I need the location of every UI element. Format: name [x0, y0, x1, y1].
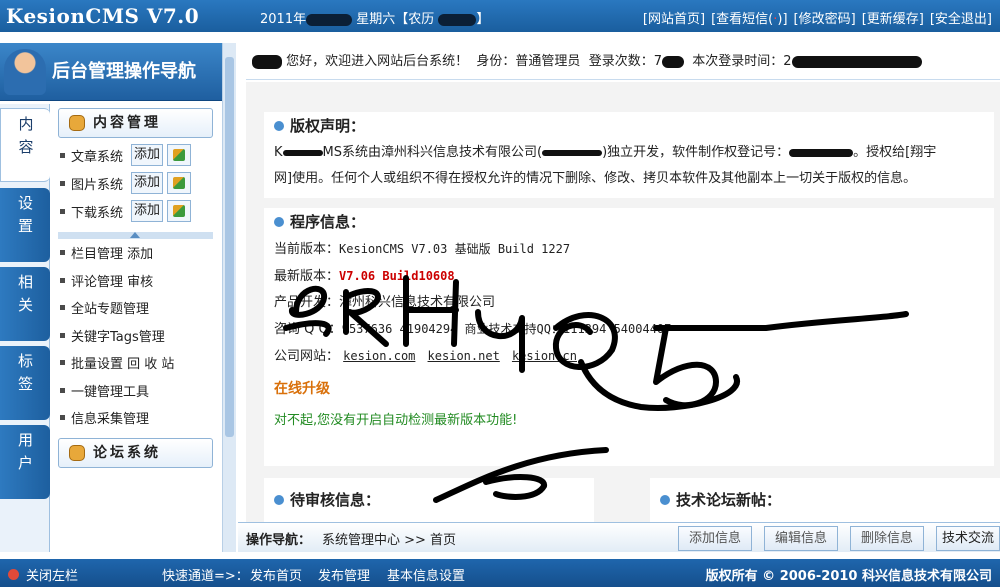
system-row-photo: 图片系统 添加 — [60, 170, 191, 196]
close-left-panel-button[interactable]: 关闭左栏 — [8, 565, 78, 584]
bullet-icon — [60, 180, 65, 186]
menu-item-column[interactable]: 栏目管理 添加 — [60, 240, 153, 264]
bullet-icon — [60, 304, 65, 310]
article-system-link[interactable]: 文章系统 — [71, 146, 131, 165]
program-info-section: 程序信息： 当前版本：KesionCMS V7.03 基础版 Build 122… — [264, 208, 994, 466]
site-home-link[interactable]: [网站首页] — [643, 8, 705, 27]
admin-avatar-icon — [4, 49, 46, 95]
opbar-label: 操作导航： — [246, 533, 312, 548]
forum-posts-section: 技术论坛新帖： — [650, 478, 1000, 522]
developer: 产品开发：漳州科兴信息技术有限公司 — [274, 295, 496, 310]
menu-item-comments[interactable]: 评论管理 审核 — [60, 268, 153, 292]
footer-bar: 关闭左栏 快速通道=>： 发布首页 发布管理 基本信息设置 版权所有 © 200… — [0, 559, 1000, 587]
top-links: [网站首页] [查看短信(·)] [修改密码] [更新缓存] [安全退出] — [643, 8, 992, 27]
publish-manage-link[interactable]: 发布管理 — [318, 565, 370, 584]
user-role: 身份：普通管理员 — [476, 54, 581, 69]
menu-item-one-click-tools[interactable]: 一键管理工具 — [60, 378, 149, 402]
photo-system-link[interactable]: 图片系统 — [71, 174, 131, 193]
menu-item-batch-recycle[interactable]: 批量设置 回 收 站 — [60, 350, 174, 374]
upgrade-notice: 对不起,您没有开启自动检测最新版本功能! — [274, 413, 518, 428]
bullet-icon — [60, 249, 65, 255]
top-bar: KesionCMS V7.0 2011年 星期六【农历 】 [网站首页] [查看… — [0, 0, 1000, 32]
bullet-icon — [60, 359, 65, 365]
close-icon — [8, 569, 19, 580]
breadcrumb: 系统管理中心 >> 首页 — [322, 533, 457, 548]
redacted-username — [252, 54, 282, 69]
scroll-thumb[interactable] — [225, 57, 234, 437]
forum-group-header[interactable]: 论坛系统 — [58, 438, 213, 468]
menu-item-topics[interactable]: 全站专题管理 — [60, 295, 149, 319]
login-time: 2 — [783, 54, 792, 69]
content-group-header[interactable]: 内容管理 — [58, 108, 213, 138]
latest-version: 最新版本：V7.06 Build10608 — [274, 269, 455, 284]
bullet-icon — [60, 387, 65, 393]
nav-scrollbar[interactable] — [222, 43, 236, 552]
welcome-bar: 您好，欢迎进入网站后台系统！ 身份：普通管理员 登录次数：7 本次登录时间：2 — [246, 44, 1000, 80]
forum-posts-title: 技术论坛新帖： — [650, 486, 1000, 514]
brand-logo: KesionCMS V7.0 — [6, 4, 200, 28]
publish-home-link[interactable]: 发布首页 — [250, 565, 302, 584]
online-upgrade-link[interactable]: 在线升级 — [274, 381, 330, 397]
qq-contact: 咨询 Q Q：9537636 41904294 商业技术支持QQ：111394 … — [274, 322, 672, 337]
system-row-article: 文章系统 添加 — [60, 142, 191, 168]
program-info-title: 程序信息： — [264, 208, 994, 236]
login-count: 7 — [653, 54, 662, 69]
main-content: 版权声明： K MS系统由漳州科兴信息技术有限公司()独立开发，软件制作权登记号：… — [246, 82, 1000, 522]
add-info-button[interactable]: 添加信息 — [678, 526, 752, 551]
company-websites: 公司网站： kesion.com kesion.net kesion.cn — [274, 349, 577, 364]
pending-section: 待审核信息： — [264, 478, 594, 522]
tab-related[interactable]: 相关 — [0, 267, 50, 341]
photo-edit-icon[interactable] — [167, 172, 191, 194]
nav-panel: 内容管理 文章系统 添加 图片系统 添加 下载系统 添加 栏目管理 添加 评论管… — [50, 104, 222, 552]
hand-icon — [69, 115, 85, 131]
delete-info-button[interactable]: 删除信息 — [850, 526, 924, 551]
site-link-cn[interactable]: kesion.cn — [512, 349, 577, 363]
collapse-arrow-icon[interactable] — [58, 232, 213, 239]
site-link-com[interactable]: kesion.com — [343, 349, 415, 363]
site-link-net[interactable]: kesion.net — [428, 349, 500, 363]
tab-tags[interactable]: 标签 — [0, 346, 50, 420]
update-cache-link[interactable]: [更新缓存] — [862, 8, 924, 27]
tab-content[interactable]: 内容 — [0, 108, 50, 182]
edit-info-button[interactable]: 编辑信息 — [764, 526, 838, 551]
menu-item-collection[interactable]: 信息采集管理 — [60, 405, 149, 429]
current-version: 当前版本：KesionCMS V7.03 基础版 Build 1227 — [274, 242, 571, 257]
copyright-text: K MS系统由漳州科兴信息技术有限公司()独立开发，软件制作权登记号： 。授权给[翔… — [274, 145, 937, 186]
bullet-icon — [60, 332, 65, 338]
menu-item-tags[interactable]: 关键字Tags管理 — [60, 323, 165, 347]
view-messages-link[interactable]: [查看短信(·)] — [711, 8, 787, 27]
hand-icon — [69, 445, 85, 461]
download-edit-icon[interactable] — [167, 200, 191, 222]
download-add-button[interactable]: 添加 — [131, 200, 163, 222]
article-add-button[interactable]: 添加 — [131, 144, 163, 166]
photo-add-button[interactable]: 添加 — [131, 172, 163, 194]
copyright-section: 版权声明： K MS系统由漳州科兴信息技术有限公司()独立开发，软件制作权登记号：… — [264, 112, 994, 198]
tab-users[interactable]: 用户 — [0, 425, 50, 499]
bullet-icon — [60, 277, 65, 283]
bullet-icon — [60, 208, 65, 214]
bullet-icon — [60, 152, 65, 158]
tab-settings[interactable]: 设置 — [0, 188, 50, 262]
nav-vertical-tabs: 内容 设置 相关 标签 用户 — [0, 104, 50, 552]
copyright-title: 版权声明： — [264, 112, 994, 140]
basic-settings-link[interactable]: 基本信息设置 — [387, 565, 465, 584]
download-system-link[interactable]: 下载系统 — [71, 202, 131, 221]
footer-copyright: 版权所有 © 2006-2010 科兴信息技术有限公司 — [705, 569, 992, 584]
article-edit-icon[interactable] — [167, 144, 191, 166]
nav-header: 后台管理操作导航 — [0, 43, 222, 101]
date-display: 2011年 星期六【农历 】 — [260, 12, 490, 27]
bullet-icon — [60, 414, 65, 420]
change-password-link[interactable]: [修改密码] — [794, 8, 856, 27]
welcome-greeting: 您好，欢迎进入网站后台系统！ — [286, 54, 469, 69]
system-row-download: 下载系统 添加 — [60, 198, 191, 224]
tech-exchange-button[interactable]: 技术交流 — [936, 526, 1000, 551]
pending-title: 待审核信息： — [264, 486, 594, 514]
operation-bar: 操作导航： 系统管理中心 >> 首页 添加信息 编辑信息 删除信息 技术交流 — [238, 522, 1000, 552]
logout-link[interactable]: [安全退出] — [930, 8, 992, 27]
nav-title: 后台管理操作导航 — [52, 61, 196, 82]
quick-access-label: 快速通道=>： — [162, 569, 249, 584]
